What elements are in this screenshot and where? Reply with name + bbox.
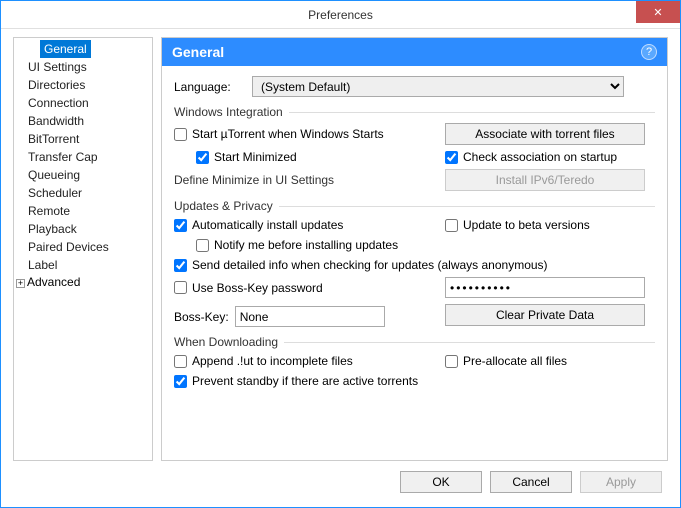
- define-minimize-text: Define Minimize in UI Settings: [174, 171, 433, 189]
- cancel-button[interactable]: Cancel: [490, 471, 572, 493]
- boss-key-label: Boss-Key:: [174, 310, 229, 324]
- sidebar-item-label[interactable]: Label: [14, 256, 152, 274]
- help-icon[interactable]: ?: [641, 44, 657, 60]
- associate-torrent-button[interactable]: Associate with torrent files: [445, 123, 645, 145]
- sidebar-item-scheduler[interactable]: Scheduler: [14, 184, 152, 202]
- group-updates-privacy: Updates & Privacy Automatically install …: [174, 199, 655, 327]
- expand-icon[interactable]: +: [16, 279, 25, 288]
- close-icon: ✕: [653, 6, 662, 19]
- legend-windows-integration: Windows Integration: [174, 105, 289, 119]
- sidebar-item-connection[interactable]: Connection: [14, 94, 152, 112]
- check-send-detailed-info[interactable]: Send detailed info when checking for upd…: [174, 257, 655, 273]
- sidebar-item-bandwidth[interactable]: Bandwidth: [14, 112, 152, 130]
- main-panel: General ? Language: (System Default) Win…: [161, 37, 668, 461]
- sidebar-item-general[interactable]: General: [40, 40, 91, 58]
- titlebar: Preferences ✕: [1, 1, 680, 29]
- boss-key-field[interactable]: [235, 306, 385, 327]
- apply-button: Apply: [580, 471, 662, 493]
- main-header: General ?: [162, 38, 667, 66]
- page-title: General: [172, 44, 224, 60]
- sidebar: General UI Settings Directories Connecti…: [13, 37, 153, 461]
- sidebar-item-ui-settings[interactable]: UI Settings: [14, 58, 152, 76]
- check-auto-install-updates[interactable]: Automatically install updates: [174, 217, 433, 233]
- legend-when-downloading: When Downloading: [174, 335, 284, 349]
- group-windows-integration: Windows Integration Start µTorrent when …: [174, 105, 655, 191]
- footer: OK Cancel Apply: [1, 461, 680, 503]
- ok-button[interactable]: OK: [400, 471, 482, 493]
- sidebar-item-playback[interactable]: Playback: [14, 220, 152, 238]
- check-association-startup[interactable]: Check association on startup: [445, 149, 655, 165]
- check-update-beta[interactable]: Update to beta versions: [445, 217, 655, 233]
- sidebar-item-directories[interactable]: Directories: [14, 76, 152, 94]
- group-when-downloading: When Downloading Append .!ut to incomple…: [174, 335, 655, 389]
- check-boss-key-password[interactable]: Use Boss-Key password: [174, 280, 433, 296]
- install-ipv6-button: Install IPv6/Teredo: [445, 169, 645, 191]
- check-pre-allocate[interactable]: Pre-allocate all files: [445, 353, 655, 369]
- language-select[interactable]: (System Default): [252, 76, 624, 97]
- window-title: Preferences: [308, 8, 373, 22]
- boss-key-password-field[interactable]: [445, 277, 645, 298]
- language-label: Language:: [174, 80, 244, 94]
- sidebar-item-bittorrent[interactable]: BitTorrent: [14, 130, 152, 148]
- sidebar-item-transfer-cap[interactable]: Transfer Cap: [14, 148, 152, 166]
- sidebar-item-remote[interactable]: Remote: [14, 202, 152, 220]
- legend-updates-privacy: Updates & Privacy: [174, 199, 279, 213]
- sidebar-item-queueing[interactable]: Queueing: [14, 166, 152, 184]
- sidebar-item-paired-devices[interactable]: Paired Devices: [14, 238, 152, 256]
- check-notify-before-install[interactable]: Notify me before installing updates: [196, 237, 655, 253]
- check-append-ut[interactable]: Append .!ut to incomplete files: [174, 353, 433, 369]
- check-start-minimized[interactable]: Start Minimized: [196, 149, 433, 165]
- sidebar-item-advanced[interactable]: +Advanced: [14, 274, 152, 290]
- close-button[interactable]: ✕: [636, 1, 680, 23]
- check-start-with-windows[interactable]: Start µTorrent when Windows Starts: [174, 126, 433, 142]
- clear-private-data-button[interactable]: Clear Private Data: [445, 304, 645, 326]
- check-prevent-standby[interactable]: Prevent standby if there are active torr…: [174, 373, 655, 389]
